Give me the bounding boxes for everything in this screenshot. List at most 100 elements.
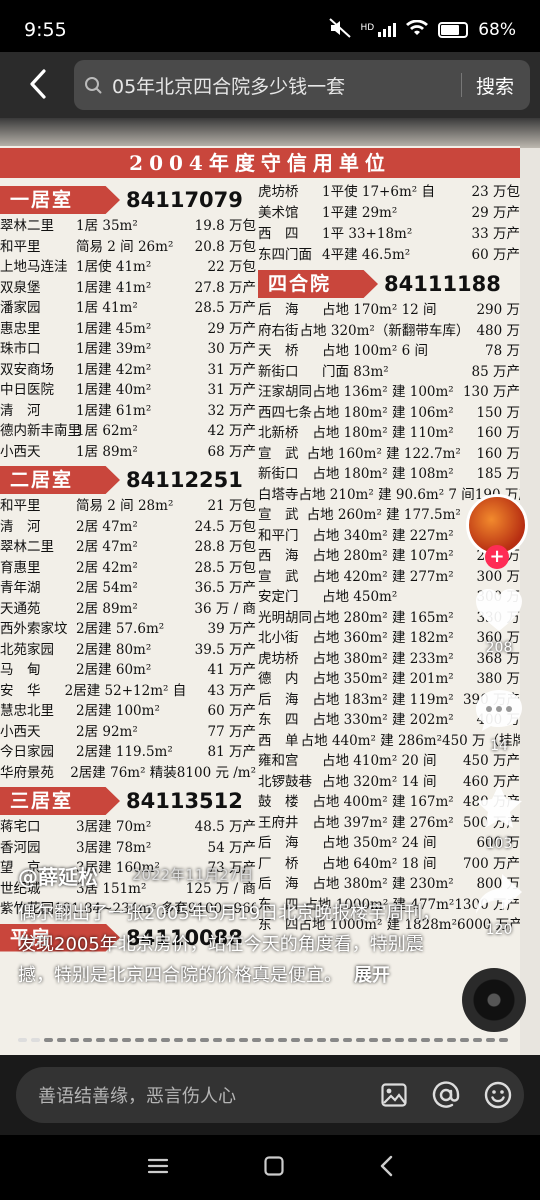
listing-desc: 占地 260m² 建 177.5m² [306, 507, 461, 523]
image-icon[interactable] [368, 1083, 420, 1107]
listing-row: 小西天 2居 92m² 77 万产 [0, 722, 256, 743]
like-button[interactable]: 208 [470, 588, 528, 656]
listing-desc: 2居 89m² [76, 600, 138, 617]
listing-location: 小西天 [0, 723, 41, 740]
listing-price: 130 万产 [462, 384, 520, 400]
listing-desc: 2居 47m² [76, 539, 138, 555]
listing-price: 30 万产 [207, 341, 256, 357]
search-query: 05年北京四合院多少钱一套 [112, 75, 346, 98]
listing-desc: 占地 440m² 建 286m² [300, 732, 442, 749]
listing-location: 香河园 [0, 839, 41, 856]
listing-price: 24.5 万包 [194, 518, 256, 535]
page-dot [187, 1038, 196, 1042]
listing-row: 惠忠里 1居建 45m² 29 万产 [0, 319, 256, 340]
comment-placeholder: 善语结善缘，恶言伤人心 [38, 1086, 236, 1107]
page-dot [200, 1038, 209, 1042]
page-dot [356, 1038, 365, 1042]
listing-price: 480 万 [476, 322, 520, 339]
listing-location: 双泉堡 [0, 279, 41, 296]
listing-row: 清 河 2居 47m² 24.5 万包 [0, 517, 256, 538]
listing-desc: 占地 210m² 建 90.6m² 7 间 [298, 486, 475, 503]
listing-price: 380 万 [476, 671, 520, 687]
page-dot [265, 1038, 274, 1042]
expand-button[interactable]: 展开 [354, 965, 390, 986]
listing-location: 后 海 [258, 691, 299, 708]
listing-price: 36 万 / 商 [194, 600, 256, 617]
mention-icon[interactable] [420, 1081, 472, 1109]
menu-icon[interactable] [147, 1157, 169, 1179]
listing-price: 48.5 万产 [194, 819, 256, 835]
listing-desc: 2居建 52+12m² 自 [64, 682, 187, 699]
listing-price: 60 万产 [207, 703, 256, 719]
listing-row: 蒋宅口 3居建 70m² 48.5 万产 [0, 817, 256, 838]
author-name[interactable]: @薛延松 [18, 861, 98, 890]
music-disc-icon[interactable] [462, 968, 526, 1032]
listing-desc: 1居 41m² [76, 300, 138, 316]
listing-row: 青年湖 2居 54m² 36.5 万产 [0, 578, 256, 599]
system-nav-bar [0, 1135, 540, 1200]
listing-desc: 1居建 61m² [76, 402, 152, 419]
search-input[interactable]: 05年北京四合院多少钱一套 搜索 [74, 60, 530, 110]
listing-price: 27.8 万产 [194, 279, 256, 296]
post-caption: 偶尔翻出了一张2005年5月19日北京晚报楼宇周刊，发现2005年北京房价，站在… [18, 898, 448, 991]
paper-title: 2004年度守信用单位 [0, 148, 520, 178]
page-dot [161, 1038, 170, 1042]
page-dot [317, 1038, 326, 1042]
listing-row: 后 海 占地 170m² 12 间 290 万 [258, 300, 520, 321]
page-dot [70, 1038, 79, 1042]
category-label: 三居室 [0, 787, 120, 815]
listing-price: 700 万产 [462, 855, 520, 872]
listing-desc: 2居建 60m² [76, 662, 152, 678]
comment-count: 14 [490, 738, 508, 754]
listing-location: 北苑家园 [0, 641, 54, 658]
listing-desc: 占地 350m² 24 间 [322, 835, 437, 851]
listing-price: 8100 元 /m² [176, 764, 256, 781]
category-phone: 84112251 [126, 468, 243, 492]
comment-button[interactable]: 14 [470, 688, 528, 754]
listing-desc: 1平使 17+6m² 自 [322, 184, 435, 200]
listing-location: 华府景苑 [0, 764, 54, 781]
listing-row: 虎坊桥 1平使 17+6m² 自 23 万包 [258, 182, 520, 203]
listing-price: 42 万产 [207, 423, 256, 439]
star-icon [476, 784, 522, 828]
listing-row: 美术馆 1平建 29m² 29 万产 [258, 203, 520, 224]
search-header: 05年北京四合院多少钱一套 搜索 [0, 52, 540, 118]
listing-row: 华府景苑 2居建 76m² 精装 8100 元 /m² [0, 763, 256, 784]
listing-price: 43 万产 [207, 682, 256, 699]
comment-icon [476, 690, 522, 731]
back-nav-icon[interactable] [379, 1155, 393, 1181]
listing-location: 北新桥 [258, 425, 299, 441]
category-phone: 84113512 [126, 789, 243, 813]
listing-desc: 占地 380m² 建 230m² [312, 876, 454, 892]
listing-location: 天 桥 [258, 343, 299, 359]
listing-location: 蒋宅口 [0, 819, 41, 835]
back-button[interactable] [18, 62, 58, 106]
status-bar: 9:55 HD 68% [0, 0, 540, 60]
favorite-button[interactable]: 103 [470, 782, 528, 852]
listing-desc: 占地 320m²（新翻带车库） [299, 322, 470, 339]
listing-row: 翠林二里 1居 35m² 19.8 万包 [0, 216, 256, 237]
listing-row: 新街口 占地 180m² 建 108m² 185 万 [258, 464, 520, 485]
home-icon[interactable] [263, 1155, 285, 1181]
listing-row: 今日家园 2居建 119.5m² 81 万产 [0, 742, 256, 763]
page-dot [486, 1038, 495, 1042]
emoji-icon[interactable] [472, 1081, 524, 1109]
listing-price: 28.5 万包 [194, 559, 256, 576]
comment-input[interactable]: 善语结善缘，恶言伤人心 [16, 1067, 524, 1123]
listing-location: 中日医院 [0, 382, 54, 398]
search-button[interactable]: 搜索 [476, 72, 514, 99]
share-count: 120 [485, 922, 513, 938]
listing-location: 天通苑 [0, 600, 41, 617]
listing-desc: 2居 42m² [76, 559, 138, 576]
page-dot [122, 1038, 131, 1042]
page-dot [421, 1038, 430, 1042]
listing-price: 77 万产 [207, 723, 256, 740]
page-dot [473, 1038, 482, 1042]
listing-row: 清 河 1居建 61m² 32 万产 [0, 401, 256, 422]
listing-price: 28.8 万包 [194, 539, 256, 555]
follow-button[interactable]: + [485, 545, 509, 569]
listing-price: 160 万 [476, 425, 520, 441]
listing-location: 虎坊桥 [258, 184, 299, 200]
share-button[interactable]: 120 [470, 872, 528, 938]
listing-location: 青年湖 [0, 580, 41, 596]
